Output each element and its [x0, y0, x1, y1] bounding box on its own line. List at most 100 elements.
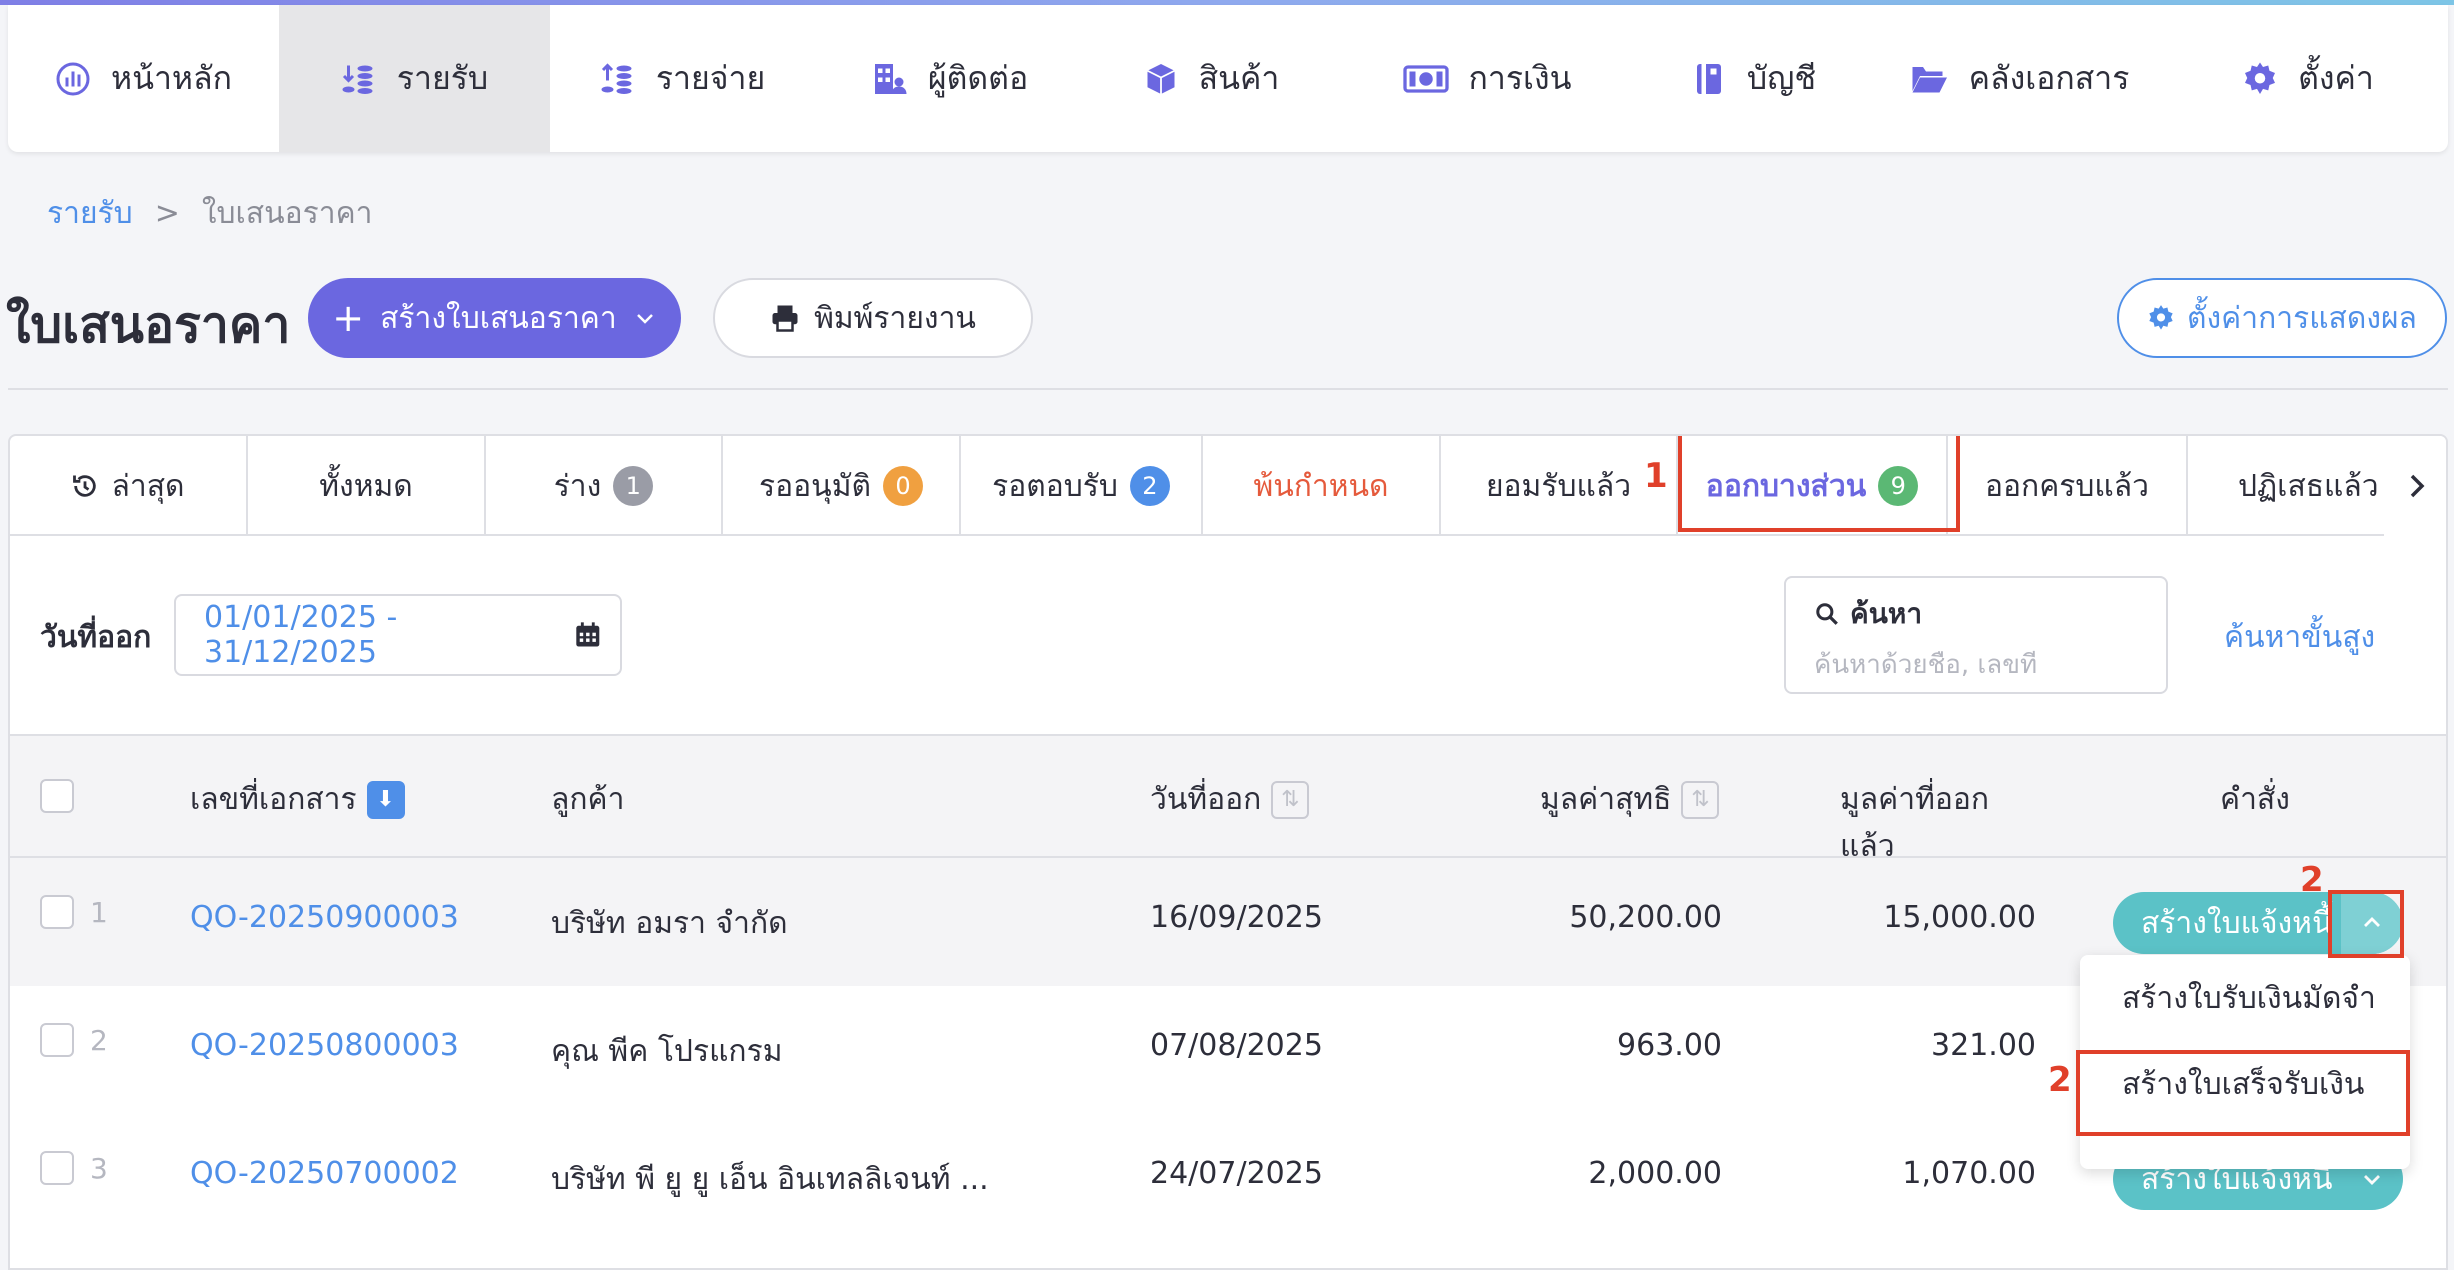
- annotation-highlight-toggle: [2328, 890, 2404, 958]
- tab-draft[interactable]: ร่าง 1: [486, 436, 723, 536]
- search-input[interactable]: [1814, 650, 2138, 680]
- annotation-marker-2b: 2: [2048, 1060, 2072, 1100]
- tab-overdue[interactable]: พ้นกำหนด: [1203, 436, 1441, 536]
- expense-icon: [600, 61, 636, 97]
- row-checkbox[interactable]: [40, 895, 74, 929]
- column-customer: ลูกค้า: [551, 776, 624, 823]
- income-icon: [341, 61, 377, 97]
- column-action: คำสั่ง: [2220, 776, 2290, 823]
- column-doc-no[interactable]: เลขที่เอกสาร ⬇: [190, 776, 405, 823]
- column-label: มูลค่าสุทธิ: [1540, 782, 1672, 817]
- tab-label: พ้นกำหนด: [1253, 468, 1389, 504]
- annotation-highlight-menu-item: [2076, 1050, 2410, 1136]
- nav-item-label: การเงิน: [1468, 59, 1572, 97]
- tab-rejected[interactable]: ปฏิเสธแล้ว: [2188, 436, 2388, 536]
- date-range-value: 01/01/2025 - 31/12/2025: [204, 600, 398, 670]
- menu-item-deposit-receipt[interactable]: สร้างใบรับเงินมัดจำ: [2080, 955, 2410, 1041]
- breadcrumb: รายรับ > ใบเสนอราคา: [47, 190, 373, 237]
- tab-label: ออกครบแล้ว: [1985, 468, 2149, 504]
- breadcrumb-link-income[interactable]: รายรับ: [47, 190, 133, 237]
- column-label: ลูกค้า: [551, 782, 625, 817]
- issue-date: 07/08/2025: [1150, 1028, 1323, 1063]
- display-settings-button[interactable]: ตั้งค่าการแสดงผล: [2117, 278, 2447, 358]
- row-checkbox[interactable]: [40, 1151, 74, 1185]
- count-badge: 2: [1129, 466, 1170, 506]
- tab-pending-approval[interactable]: รออนุมัติ 0: [723, 436, 961, 536]
- ledger-icon: [1691, 61, 1727, 97]
- net-value: 50,200.00: [1569, 900, 1722, 935]
- quotation-list-card: ล่าสุด ทั้งหมด ร่าง 1 รออนุมัติ 0 รอตอบร…: [8, 434, 2448, 1270]
- issue-date: 24/07/2025: [1150, 1156, 1323, 1191]
- date-range-input[interactable]: 01/01/2025 - 31/12/2025: [174, 594, 622, 676]
- tabs-scroll-right-button[interactable]: [2384, 436, 2446, 536]
- tab-label: ยอมรับแล้ว: [1485, 468, 1632, 504]
- issued-value: 1,070.00: [1902, 1156, 2036, 1191]
- doc-number-link[interactable]: QO-20250800003: [190, 1028, 459, 1063]
- nav-item-label: บัญชี: [1746, 59, 1817, 97]
- folder-icon: [1909, 61, 1949, 97]
- doc-number-link[interactable]: QO-20250700002: [190, 1156, 459, 1191]
- tab-accepted[interactable]: ยอมรับแล้ว: [1441, 436, 1678, 536]
- gear-icon: [2242, 61, 2278, 97]
- row-checkbox[interactable]: [40, 1023, 74, 1057]
- nav-item-home[interactable]: หน้าหลัก: [8, 5, 279, 152]
- chevron-down-icon: [2364, 1175, 2380, 1185]
- printer-icon: [772, 305, 798, 332]
- column-issued-value: มูลค่าที่ออกแล้ว: [1840, 776, 2036, 870]
- chevron-down-icon: [636, 314, 653, 324]
- nav-item-expense[interactable]: รายจ่าย: [550, 5, 815, 152]
- money-icon: [1402, 61, 1449, 97]
- nav-item-contacts[interactable]: ผู้ติดต่อ: [815, 5, 1085, 152]
- tab-fully-issued[interactable]: ออกครบแล้ว: [1948, 436, 2188, 536]
- calendar-icon: [576, 622, 600, 647]
- tab-all[interactable]: ทั้งหมด: [248, 436, 486, 536]
- contacts-icon: [872, 61, 908, 97]
- nav-item-settings[interactable]: ตั้งค่า: [2168, 5, 2448, 152]
- count-badge: 0: [882, 466, 923, 506]
- create-quotation-button[interactable]: + สร้างใบเสนอราคา: [308, 278, 681, 358]
- breadcrumb-separator: >: [154, 196, 180, 231]
- nav-item-label: สินค้า: [1198, 59, 1280, 97]
- nav-item-documents[interactable]: คลังเอกสาร: [1870, 5, 2168, 152]
- row-number: 2: [90, 1023, 108, 1057]
- issue-date: 16/09/2025: [1150, 900, 1323, 935]
- issued-value: 321.00: [1931, 1028, 2036, 1063]
- advanced-search-link[interactable]: ค้นหาขั้นสูง: [2224, 614, 2375, 661]
- chevron-right-icon: [2410, 474, 2425, 498]
- nav-item-accounting[interactable]: บัญชี: [1637, 5, 1870, 152]
- nav-item-label: รายจ่าย: [655, 59, 766, 97]
- nav-item-finance[interactable]: การเงิน: [1337, 5, 1637, 152]
- select-all-checkbox[interactable]: [40, 779, 74, 813]
- nav-item-label: ตั้งค่า: [2298, 59, 2374, 97]
- row-number: 1: [90, 895, 108, 929]
- history-icon: [73, 475, 97, 497]
- tab-label: ทั้งหมด: [319, 468, 413, 504]
- column-label: วันที่ออก: [1150, 782, 1262, 817]
- column-label: เลขที่เอกสาร: [190, 782, 357, 817]
- row-number: 3: [90, 1151, 108, 1185]
- nav-item-label: หน้าหลัก: [110, 59, 232, 97]
- dropdown-toggle-button[interactable]: [2341, 1167, 2403, 1191]
- create-invoice-label: สร้างใบแจ้งหนี้: [2141, 905, 2333, 941]
- column-net-value[interactable]: มูลค่าสุทธิ ⇅: [1540, 776, 1720, 823]
- sort-down-icon[interactable]: ⬇: [366, 780, 405, 819]
- print-report-button[interactable]: พิมพ์รายงาน: [713, 278, 1033, 358]
- sort-icon[interactable]: ⇅: [1681, 780, 1720, 819]
- annotation-marker-1: 1: [1644, 456, 1668, 496]
- nav-item-income[interactable]: รายรับ: [279, 5, 550, 152]
- nav-item-products[interactable]: สินค้า: [1085, 5, 1337, 152]
- search-icon: [1816, 603, 1838, 625]
- net-value: 963.00: [1617, 1028, 1722, 1063]
- search-title: ค้นหา: [1850, 597, 1923, 630]
- tab-label: รอตอบรับ: [992, 468, 1118, 504]
- issued-value: 15,000.00: [1883, 900, 2036, 935]
- tab-awaiting-response[interactable]: รอตอบรับ 2: [961, 436, 1203, 536]
- annotation-highlight-tab: [1678, 436, 1960, 532]
- sort-icon[interactable]: ⇅: [1271, 780, 1310, 819]
- tab-latest[interactable]: ล่าสุด: [10, 436, 248, 536]
- dashboard-icon: [55, 61, 91, 97]
- column-issue-date[interactable]: วันที่ออก ⇅: [1150, 776, 1310, 823]
- tab-label: ล่าสุด: [111, 468, 185, 504]
- doc-number-link[interactable]: QO-20250900003: [190, 900, 459, 935]
- gear-icon: [2149, 305, 2173, 330]
